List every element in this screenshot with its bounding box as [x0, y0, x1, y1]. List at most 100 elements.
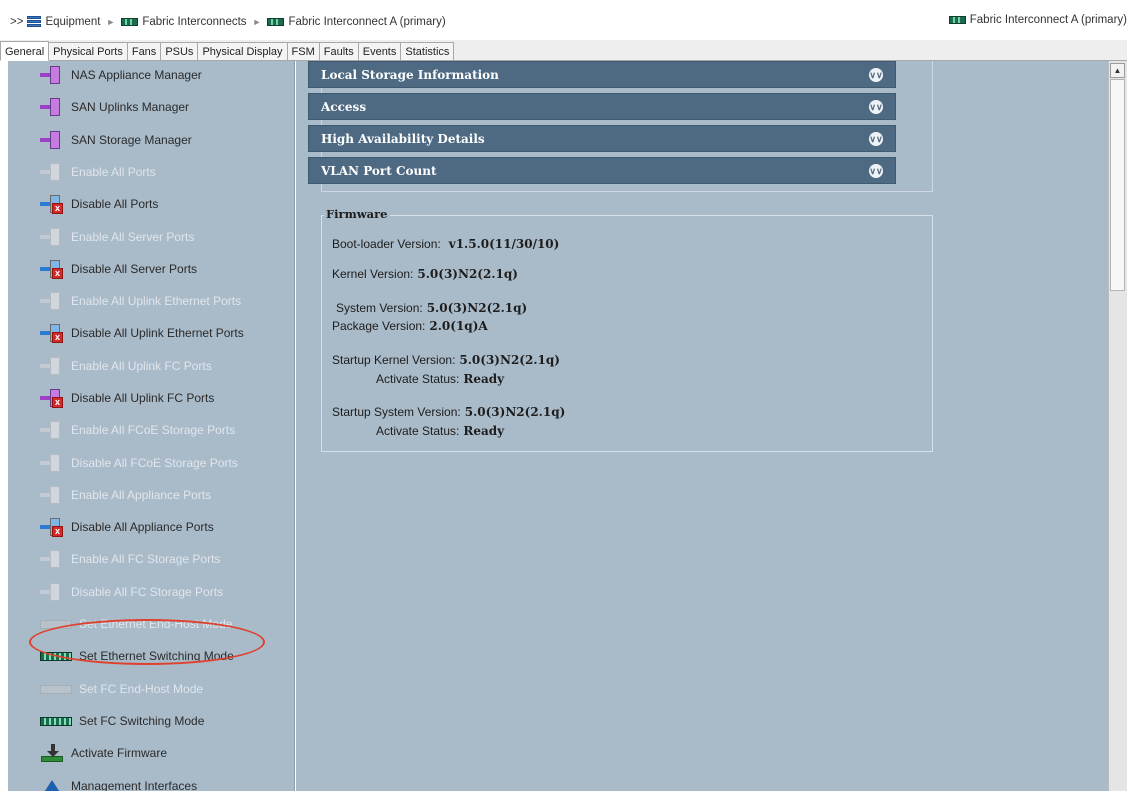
action-label: Disable All FC Storage Ports — [71, 585, 224, 599]
switch-icon — [40, 711, 74, 731]
action-label: Enable All Uplink Ethernet Ports — [71, 294, 242, 308]
tab-general[interactable]: General — [0, 41, 50, 61]
system-version: System Version: 5.0(3)N2(2.1q) — [336, 301, 528, 315]
action-enable-all-uplink-fc-ports: Enable All Uplink FC Ports — [40, 354, 212, 378]
breadcrumb: >> Equipment ► Fabric Interconnects ► Fa… — [10, 14, 446, 30]
expand-chevron-icon[interactable]: ∨∨ — [869, 99, 883, 114]
action-san-uplinks-manager[interactable]: SAN Uplinks Manager — [40, 95, 189, 119]
action-label: SAN Uplinks Manager — [71, 100, 190, 114]
startup-system-activate-status: Activate Status: Ready — [376, 424, 505, 438]
kernel-version: Kernel Version: 5.0(3)N2(2.1q) — [332, 267, 518, 281]
action-label: Disable All Uplink FC Ports — [71, 391, 215, 405]
scroll-thumb[interactable] — [1110, 79, 1125, 291]
package-version: Package Version: 2.0(1q)A — [332, 319, 488, 333]
manager-icon — [40, 65, 66, 85]
action-label: Enable All Uplink FC Ports — [71, 359, 212, 373]
manager-icon — [40, 130, 66, 150]
port-icon — [40, 162, 66, 182]
fabric-interconnect-icon — [121, 18, 139, 26]
action-label: Disable All Appliance Ports — [71, 520, 214, 534]
breadcrumb-bar: >> Equipment ► Fabric Interconnects ► Fa… — [0, 0, 1127, 41]
breadcrumb-prefix[interactable]: >> — [10, 16, 23, 28]
startup-kernel-version: Startup Kernel Version: 5.0(3)N2(2.1q) — [332, 353, 560, 367]
port-disable-icon: x — [40, 194, 66, 214]
expand-chevron-icon[interactable]: ∨∨ — [869, 131, 883, 146]
tab-events[interactable]: Events — [358, 42, 402, 60]
action-enable-all-uplink-ethernet-ports: Enable All Uplink Ethernet Ports — [40, 289, 241, 313]
action-label: Enable All Appliance Ports — [71, 488, 212, 502]
boot-loader-version: Boot-loader Version: v1.5.0(11/30/10) — [332, 237, 560, 251]
action-label: Disable All Server Ports — [71, 262, 198, 276]
action-disable-all-uplink-fc-ports[interactable]: x Disable All Uplink FC Ports — [40, 386, 214, 410]
port-disable-icon: x — [40, 517, 66, 537]
actions-panel: NAS Appliance Manager SAN Uplinks Manager… — [8, 61, 295, 791]
action-label: Management Interfaces — [71, 779, 198, 791]
action-enable-all-fcoe-storage-ports: Enable All FCoE Storage Ports — [40, 418, 235, 442]
tab-psus[interactable]: PSUs — [161, 42, 199, 60]
action-label: Set FC Switching Mode — [79, 714, 205, 728]
properties-panel: Local Storage Information ∨∨ Access ∨∨ H… — [296, 61, 1108, 791]
tab-fsm[interactable]: FSM — [287, 42, 320, 60]
action-activate-firmware[interactable]: Activate Firmware — [40, 741, 167, 765]
scroll-up-arrow-icon[interactable]: ▲ — [1110, 63, 1125, 78]
action-label: Enable All Ports — [71, 165, 156, 179]
expand-chevron-icon[interactable]: ∨∨ — [869, 163, 883, 178]
section-local-storage[interactable]: Local Storage Information ∨∨ — [308, 61, 896, 88]
action-disable-all-uplink-ethernet-ports[interactable]: x Disable All Uplink Ethernet Ports — [40, 321, 244, 345]
tab-faults[interactable]: Faults — [319, 42, 359, 60]
action-disable-all-server-ports[interactable]: x Disable All Server Ports — [40, 257, 197, 281]
firmware-icon — [40, 743, 66, 763]
action-set-fc-switching-mode[interactable]: Set FC Switching Mode — [40, 709, 204, 733]
fabric-interconnect-icon — [267, 18, 285, 26]
breadcrumb-fabric-interconnect-a[interactable]: Fabric Interconnect A (primary) — [267, 16, 446, 28]
action-disable-all-ports[interactable]: x Disable All Ports — [40, 192, 158, 216]
section-high-availability[interactable]: High Availability Details ∨∨ — [308, 125, 896, 152]
equipment-icon — [27, 15, 42, 29]
action-label: SAN Storage Manager — [71, 133, 192, 147]
breadcrumb-fabric-interconnects[interactable]: Fabric Interconnects — [121, 16, 247, 28]
action-label: Set FC End-Host Mode — [79, 682, 204, 696]
action-enable-all-ports: Enable All Ports — [40, 160, 156, 184]
tab-statistics[interactable]: Statistics — [401, 42, 455, 60]
action-enable-all-fc-storage-ports: Enable All FC Storage Ports — [40, 547, 220, 571]
tab-fans[interactable]: Fans — [127, 42, 162, 60]
section-access[interactable]: Access ∨∨ — [308, 93, 896, 120]
tab-physical-display[interactable]: Physical Display — [198, 42, 288, 60]
port-icon — [40, 485, 66, 505]
management-icon — [40, 776, 66, 791]
action-disable-all-fc-storage-ports: Disable All FC Storage Ports — [40, 580, 223, 604]
action-label: Disable All Ports — [71, 197, 159, 211]
fabric-interconnect-icon — [948, 16, 966, 24]
highlight-annotation — [29, 619, 265, 665]
switch-icon — [40, 679, 74, 699]
startup-kernel-activate-status: Activate Status: Ready — [376, 372, 505, 386]
firmware-title: Firmware — [324, 207, 390, 221]
action-enable-all-appliance-ports: Enable All Appliance Ports — [40, 483, 211, 507]
startup-system-version: Startup System Version: 5.0(3)N2(2.1q) — [332, 405, 566, 419]
action-san-storage-manager[interactable]: SAN Storage Manager — [40, 128, 192, 152]
object-title: Fabric Interconnect A (primary) — [948, 14, 1127, 26]
action-management-interfaces[interactable]: Management Interfaces — [40, 774, 197, 791]
port-disable-icon: x — [40, 259, 66, 279]
port-icon — [40, 420, 66, 440]
action-label: Enable All Server Ports — [71, 230, 195, 244]
port-disable-icon: x — [40, 323, 66, 343]
expand-chevron-icon[interactable]: ∨∨ — [869, 67, 883, 82]
breadcrumb-separator-icon: ► — [106, 17, 116, 27]
section-vlan-port-count[interactable]: VLAN Port Count ∨∨ — [308, 157, 896, 184]
action-disable-all-appliance-ports[interactable]: x Disable All Appliance Ports — [40, 515, 214, 539]
port-icon — [40, 356, 66, 376]
action-nas-appliance-manager[interactable]: NAS Appliance Manager — [40, 63, 202, 87]
action-disable-all-fcoe-storage-ports: Disable All FCoE Storage Ports — [40, 451, 238, 475]
port-disable-icon: x — [40, 388, 66, 408]
breadcrumb-separator-icon: ► — [252, 17, 262, 27]
action-label: Activate Firmware — [71, 746, 168, 760]
breadcrumb-equipment[interactable]: Equipment — [27, 15, 100, 29]
action-enable-all-server-ports: Enable All Server Ports — [40, 225, 194, 249]
tab-bar: General Physical Ports Fans PSUs Physical Di… — [0, 40, 1127, 61]
tab-physical-ports[interactable]: Physical Ports — [49, 42, 128, 60]
action-set-fc-end-host-mode: Set FC End-Host Mode — [40, 677, 203, 701]
action-label: Enable All FC Storage Ports — [71, 552, 221, 566]
port-disable-icon — [40, 453, 66, 473]
vertical-scrollbar[interactable]: ▲ — [1108, 61, 1127, 791]
